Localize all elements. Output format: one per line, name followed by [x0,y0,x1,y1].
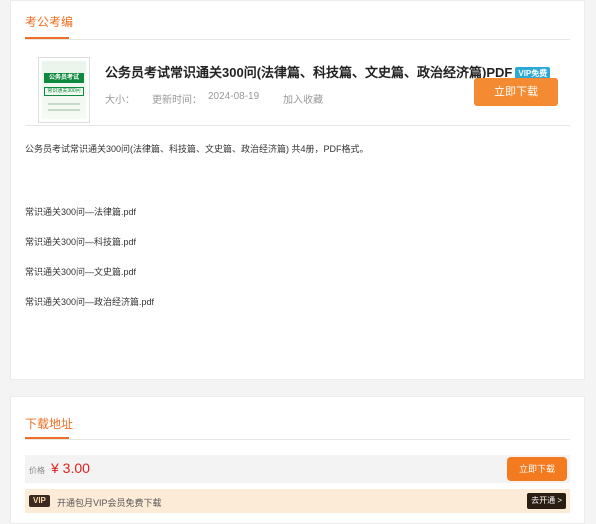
download-section-divider [25,439,570,440]
price-row: 价格 ¥ 3.00 立即下载 [25,455,570,483]
vip-promo-row: VIP 开通包月VIP会员免费下载 去开通 > [25,489,570,513]
download-section-title: 下载地址 [25,417,74,431]
download-now-button[interactable]: 立即下载 [507,457,567,481]
vip-icon: VIP [29,495,50,507]
thumbnail-decoration [48,103,80,105]
section-title: 考公考编 [25,15,74,29]
thumbnail-subtitle: 常识通关300问 [44,87,84,96]
file-list-item: 常识通关300问—文史篇.pdf [25,267,137,277]
resource-panel: 考公考编 公务员考试 常识通关300问 公务员考试常识通关300问(法律篇、科技… [10,0,585,380]
file-list-item: 常识通关300问—法律篇.pdf [25,207,137,217]
description-summary: 公务员考试常识通关300问(法律篇、科技篇、文史篇、政治经济篇) 共4册，PDF… [25,144,369,154]
file-list-item: 常识通关300问—政治经济篇.pdf [25,297,155,307]
price-label: 价格 [29,466,45,475]
file-list-item: 常识通关300问—科技篇.pdf [25,237,137,247]
section-divider [25,39,570,40]
download-panel: 下载地址 价格 ¥ 3.00 立即下载 VIP 开通包月VIP会员免费下载 去开… [10,396,585,524]
file-thumbnail[interactable]: 公务员考试 常识通关300问 [38,57,90,123]
file-title-text[interactable]: 公务员考试常识通关300问(法律篇、科技篇、文史篇、政治经济篇)PDF [105,65,512,80]
price-value: ¥ 3.00 [51,460,90,476]
thumbnail-banner: 公务员考试 [44,73,84,83]
thumbnail-cover: 公务员考试 常识通关300问 [42,61,86,119]
update-date: 2024-08-19 [208,91,260,102]
add-favorite-link[interactable]: 加入收藏 [283,91,323,106]
file-size: 大小： [105,95,135,106]
thumbnail-decoration [48,109,80,111]
vip-promo-text: 开通包月VIP会员免费下载 [57,498,162,508]
update-time-label: 更新时间： [152,95,202,106]
open-vip-button[interactable]: 去开通 > [527,493,566,509]
header-divider [25,125,570,126]
download-button[interactable]: 立即下载 [474,78,558,106]
